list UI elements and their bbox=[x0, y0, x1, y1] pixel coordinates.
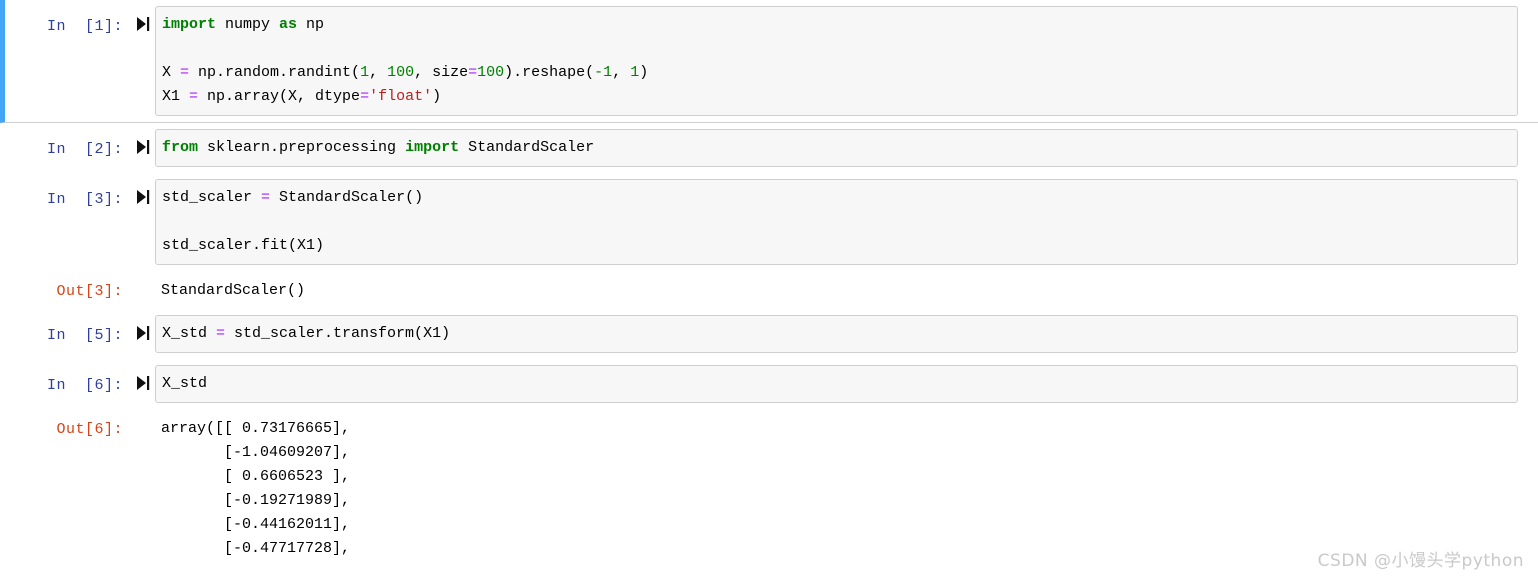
code-token: X_std bbox=[162, 325, 217, 342]
cell-code-editor[interactable]: import numpy as np X = np.random.randint… bbox=[155, 6, 1518, 116]
notebook-cell[interactable]: In [2]: from sklearn.preprocessing import… bbox=[0, 123, 1538, 173]
code-token: 1 bbox=[360, 64, 370, 81]
cell-code-editor[interactable]: from sklearn.preprocessing import Standa… bbox=[155, 129, 1518, 167]
code-line: X_std = std_scaler.transform(X1) bbox=[162, 322, 1509, 346]
code-token: X bbox=[162, 64, 181, 81]
code-token: , bbox=[612, 64, 631, 81]
code-token: X1 bbox=[162, 88, 190, 105]
code-token: std_scaler bbox=[162, 189, 262, 206]
code-token: std_scaler.fit(X1) bbox=[162, 237, 325, 254]
code-line: import numpy as np bbox=[162, 13, 1509, 37]
code-token: ) bbox=[639, 64, 649, 81]
code-token: np bbox=[297, 16, 325, 33]
code-token: , bbox=[369, 64, 388, 81]
cell-output: Out[6]: array([[ 0.73176665], [-1.0460920… bbox=[0, 409, 1538, 567]
output-gutter-spacer bbox=[131, 409, 155, 419]
code-token: 100 bbox=[387, 64, 415, 81]
notebook-cell[interactable]: In [3]: std_scaler = StandardScaler() std… bbox=[0, 173, 1538, 271]
cell-output-text: array([[ 0.73176665], [-1.04609207], [ 0… bbox=[161, 420, 351, 557]
code-token: X_std bbox=[162, 375, 208, 392]
cell-code-editor[interactable]: X_std bbox=[155, 365, 1518, 403]
code-line: X_std bbox=[162, 372, 1509, 396]
code-token: -1 bbox=[594, 64, 613, 81]
notebook-cell[interactable]: In [6]: X_std bbox=[0, 359, 1538, 409]
code-token: ).reshape( bbox=[504, 64, 595, 81]
code-token: ) bbox=[432, 88, 442, 105]
run-cell-icon[interactable] bbox=[131, 179, 155, 205]
code-token: std_scaler.transform(X1) bbox=[225, 325, 451, 342]
run-cell-icon[interactable] bbox=[131, 129, 155, 155]
cell-input-prompt: In [6]: bbox=[46, 377, 123, 394]
code-token: import bbox=[405, 139, 460, 156]
cell-output-prompt: Out[6]: bbox=[56, 421, 123, 438]
cell-input-prompt: In [3]: bbox=[46, 191, 123, 208]
cell-input-prompt: In [5]: bbox=[46, 327, 123, 344]
code-token: from bbox=[162, 139, 199, 156]
code-token: np.array(X, dtype bbox=[198, 88, 361, 105]
code-token: = bbox=[216, 325, 226, 342]
code-line: from sklearn.preprocessing import Standa… bbox=[162, 136, 1509, 160]
code-token: numpy bbox=[216, 16, 280, 33]
code-token: 100 bbox=[477, 64, 505, 81]
cell-output-text: StandardScaler() bbox=[161, 282, 306, 299]
notebook-container: In [1]: import numpy as np X = np.random.… bbox=[0, 0, 1538, 583]
run-cell-icon[interactable] bbox=[131, 6, 155, 32]
code-token: StandardScaler() bbox=[270, 189, 424, 206]
output-gutter-spacer bbox=[131, 271, 155, 281]
code-token: import bbox=[162, 16, 217, 33]
code-token: = bbox=[180, 64, 190, 81]
cell-output-prompt: Out[3]: bbox=[56, 283, 123, 300]
code-token: as bbox=[279, 16, 298, 33]
cell-output: Out[3]: StandardScaler() bbox=[0, 271, 1538, 309]
code-token: = bbox=[360, 88, 370, 105]
cell-code-editor[interactable]: X_std = std_scaler.transform(X1) bbox=[155, 315, 1518, 353]
code-token: 'float' bbox=[369, 88, 433, 105]
code-token: np.random.randint( bbox=[189, 64, 361, 81]
code-token: = bbox=[261, 189, 271, 206]
run-cell-icon[interactable] bbox=[131, 315, 155, 341]
code-token: , size bbox=[414, 64, 469, 81]
notebook-cell[interactable]: In [5]: X_std = std_scaler.transform(X1) bbox=[0, 309, 1538, 359]
cell-code-editor[interactable]: std_scaler = StandardScaler() std_scaler… bbox=[155, 179, 1518, 265]
cell-input-prompt: In [1]: bbox=[46, 18, 123, 35]
code-line: X1 = np.array(X, dtype='float') bbox=[162, 85, 1509, 109]
notebook-cell[interactable]: In [1]: import numpy as np X = np.random.… bbox=[0, 0, 1538, 123]
code-token: = bbox=[468, 64, 478, 81]
cell-input-prompt: In [2]: bbox=[46, 141, 123, 158]
code-line: X = np.random.randint(1, 100, size=100).… bbox=[162, 61, 1509, 85]
notebook-cell-list: In [1]: import numpy as np X = np.random.… bbox=[0, 0, 1538, 567]
code-token: 1 bbox=[630, 64, 640, 81]
code-token: StandardScaler bbox=[459, 139, 595, 156]
code-line: std_scaler.fit(X1) bbox=[162, 234, 1509, 258]
code-line: std_scaler = StandardScaler() bbox=[162, 186, 1509, 210]
code-token: sklearn.preprocessing bbox=[198, 139, 406, 156]
run-cell-icon[interactable] bbox=[131, 365, 155, 391]
code-token: = bbox=[189, 88, 199, 105]
